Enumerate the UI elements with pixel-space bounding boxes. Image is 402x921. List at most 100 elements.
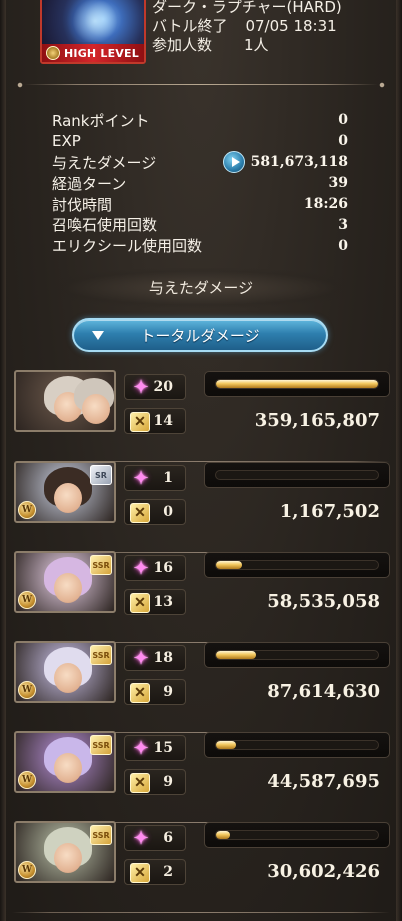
element-orb-icon: W xyxy=(18,681,36,699)
stat-row-turns: 経過ターン 39 xyxy=(52,173,348,194)
sparkle-icon: ✦ xyxy=(133,377,149,398)
skill-count-box: ✦ 15 xyxy=(124,735,186,761)
damage-bar-fill xyxy=(216,561,243,569)
quest-title: ダーク・ラプチャー(HARD) xyxy=(152,0,342,16)
play-icon[interactable] xyxy=(222,151,245,174)
damage-bar xyxy=(215,560,379,570)
damage-type-dropdown[interactable]: トータルダメージ xyxy=(72,318,328,352)
character-row: SR W ✦ 1 ✕ 0 1,167,502 xyxy=(12,461,390,553)
character-face xyxy=(54,753,82,783)
cross-swords-icon: ✕ xyxy=(130,593,150,613)
character-row: SSR W ✦ 6 ✕ 2 30,602,426 xyxy=(12,821,390,913)
battle-stats: Rankポイント 0 EXP 0 与えたダメージ 581,673,118 経過タ… xyxy=(52,110,348,256)
character-portrait[interactable]: SSR W xyxy=(14,641,116,703)
damage-bar-fill xyxy=(216,380,378,388)
damage-value: 87,614,630 xyxy=(267,681,380,702)
damage-value: 30,602,426 xyxy=(267,861,380,882)
character-face xyxy=(82,394,110,424)
skill-count-box: ✦ 20 xyxy=(124,374,186,400)
damage-value: 44,587,695 xyxy=(267,771,380,792)
cross-swords-icon: ✕ xyxy=(130,683,150,703)
character-portrait[interactable]: SSR W xyxy=(14,731,116,793)
stat-label: 討伐時間 xyxy=(52,195,113,214)
damage-bar-track xyxy=(204,822,390,848)
rarity-badge: SSR xyxy=(90,735,112,755)
ability-count-box: ✕ 2 xyxy=(124,859,186,885)
rarity-badge: SSR xyxy=(90,825,112,845)
character-row: SSR W ✦ 15 ✕ 9 44,587,695 xyxy=(12,731,390,823)
sparkle-icon: ✦ xyxy=(133,648,149,669)
stat-label: 召喚石使用回数 xyxy=(52,216,158,235)
battle-end-label: バトル終了 xyxy=(152,17,228,35)
ornate-divider xyxy=(14,82,388,88)
skill-count: 1 xyxy=(163,470,173,486)
damage-bar-track xyxy=(204,552,390,578)
character-portrait[interactable]: SR W xyxy=(14,461,116,523)
rarity-badge: SSR xyxy=(90,555,112,575)
damage-bar-track xyxy=(204,642,390,668)
frame-left-edge xyxy=(0,0,6,921)
skill-count: 16 xyxy=(153,560,173,576)
character-portrait[interactable] xyxy=(14,370,116,432)
quest-info: ダーク・ラプチャー(HARD) バトル終了 07/05 18:31 参加人数 1人 xyxy=(152,0,342,55)
stat-row-exp: EXP 0 xyxy=(52,131,348,152)
stat-row-rank-points: Rankポイント 0 xyxy=(52,110,348,131)
cross-swords-icon: ✕ xyxy=(130,412,150,432)
sparkle-icon: ✦ xyxy=(133,558,149,579)
character-portrait[interactable]: SSR W xyxy=(14,821,116,883)
ability-count-box: ✕ 9 xyxy=(124,769,186,795)
quest-thumbnail[interactable]: HIGH LEVEL xyxy=(40,0,146,64)
cross-swords-icon: ✕ xyxy=(130,503,150,523)
dropdown-label: トータルダメージ xyxy=(140,326,260,345)
stat-label: エリクシール使用回数 xyxy=(52,237,203,256)
sparkle-icon: ✦ xyxy=(133,468,149,489)
damage-value: 58,535,058 xyxy=(267,591,380,612)
section-title-damage: 与えたダメージ xyxy=(40,268,362,308)
high-level-label: HIGH LEVEL xyxy=(64,47,139,60)
damage-bar xyxy=(215,740,379,750)
damage-bar-track xyxy=(204,732,390,758)
damage-value: 1,167,502 xyxy=(279,501,380,522)
stat-row-damage-dealt: 与えたダメージ 581,673,118 xyxy=(52,151,348,174)
character-face xyxy=(54,573,82,603)
character-row: ✦ 20 ✕ 14 359,165,807 xyxy=(12,370,390,462)
ability-count-box: ✕ 13 xyxy=(124,589,186,615)
element-orb-icon: W xyxy=(18,861,36,879)
character-face xyxy=(54,483,82,513)
skill-count-box: ✦ 18 xyxy=(124,645,186,671)
stat-value: 0 xyxy=(338,112,348,129)
stat-value: 18:26 xyxy=(303,196,348,212)
skill-count: 15 xyxy=(153,740,173,756)
ability-count: 9 xyxy=(163,774,173,790)
sparkle-icon: ✦ xyxy=(133,738,149,759)
ability-count-box: ✕ 9 xyxy=(124,679,186,705)
stat-value: 39 xyxy=(328,175,348,192)
damage-bar xyxy=(215,830,379,840)
ability-count: 9 xyxy=(163,684,173,700)
ability-count: 2 xyxy=(163,864,173,880)
damage-bar xyxy=(215,379,379,389)
damage-bar xyxy=(215,650,379,660)
row-separator xyxy=(12,912,390,913)
stat-label: Rankポイント xyxy=(52,111,150,130)
ability-count-box: ✕ 14 xyxy=(124,408,186,434)
skill-count-box: ✦ 1 xyxy=(124,465,186,491)
chevron-down-icon xyxy=(92,331,104,340)
skill-count: 6 xyxy=(163,830,173,846)
frame-right-edge xyxy=(396,0,402,921)
character-face xyxy=(54,843,82,873)
damage-bar-fill xyxy=(216,831,230,839)
rarity-badge: SSR xyxy=(90,645,112,665)
damage-bar-fill xyxy=(216,741,237,749)
character-face xyxy=(54,663,82,693)
ability-count: 13 xyxy=(153,594,173,610)
damage-bar-fill xyxy=(216,651,256,659)
stat-value: 581,673,118 xyxy=(250,154,348,171)
skill-count-box: ✦ 16 xyxy=(124,555,186,581)
stat-value: 3 xyxy=(338,216,348,233)
stat-value-wrap: 581,673,118 xyxy=(222,151,348,174)
ability-count: 14 xyxy=(153,413,173,429)
stat-row-clear-time: 討伐時間 18:26 xyxy=(52,194,348,215)
element-orb-icon: W xyxy=(18,501,36,519)
character-portrait[interactable]: SSR W xyxy=(14,551,116,613)
